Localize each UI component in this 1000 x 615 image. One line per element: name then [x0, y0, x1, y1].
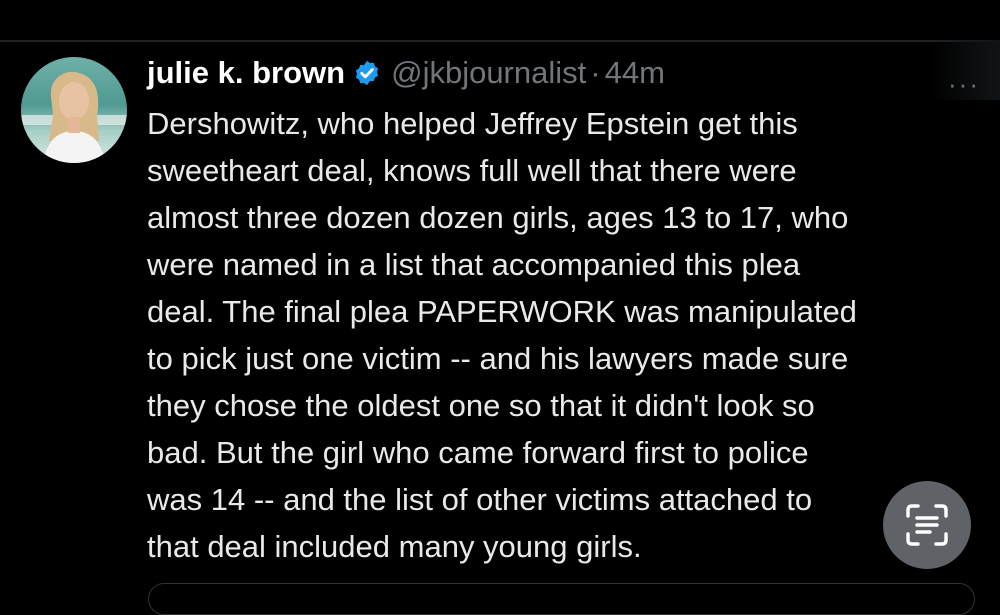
tweet-line: bad. But the girl who came forward first…	[147, 435, 809, 470]
quoted-card-edge[interactable]	[148, 583, 975, 615]
timestamp[interactable]: 44m	[605, 55, 665, 91]
tweet-line: deal. The final plea PAPERWORK was manip…	[147, 294, 857, 329]
tweet-text: Dershowitz, who helped Jeffrey Epstein g…	[147, 100, 992, 570]
tweet-line: almost three dozen dozen girls, ages 13 …	[147, 200, 849, 235]
display-name[interactable]: julie k. brown	[147, 55, 345, 91]
tweet-line: were named in a list that accompanied th…	[147, 247, 801, 282]
verified-badge-icon	[353, 59, 381, 87]
tweet-line: that deal included many young girls.	[147, 529, 642, 564]
tweet-line: they chose the oldest one so that it did…	[147, 388, 815, 423]
more-options-icon[interactable]: ···	[948, 71, 988, 97]
avatar[interactable]	[21, 57, 127, 163]
tweet-line: was 14 -- and the list of other victims …	[147, 482, 813, 517]
tweet-header: julie k. brown @jkbjournalist · 44m	[147, 50, 665, 96]
text-scan-button[interactable]	[883, 481, 971, 569]
tweet-line: to pick just one victim -- and his lawye…	[147, 341, 849, 376]
tweet-line: sweetheart deal, knows full well that th…	[147, 153, 797, 188]
text-scan-icon	[906, 504, 948, 546]
separator-dot: ·	[590, 55, 601, 90]
top-divider	[0, 40, 1000, 42]
user-handle[interactable]: @jkbjournalist	[391, 55, 586, 91]
tweet-line: Dershowitz, who helped Jeffrey Epstein g…	[147, 106, 798, 141]
